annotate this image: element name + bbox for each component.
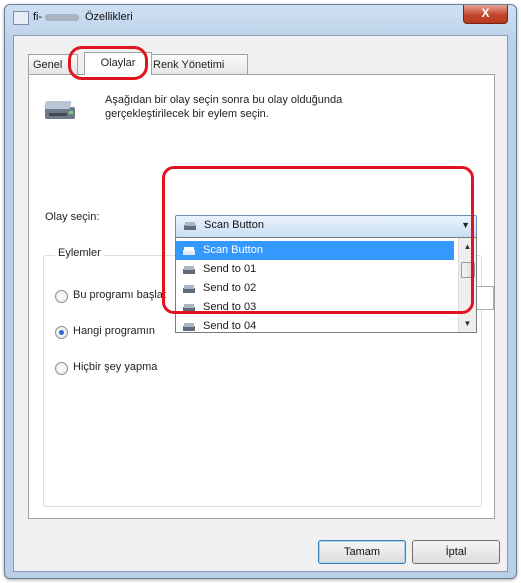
list-item-send-to-04[interactable]: Send to 04 [176, 317, 454, 332]
ok-button[interactable]: Tamam [318, 540, 406, 564]
radio-button[interactable] [55, 290, 68, 303]
tab-genel[interactable]: Genel [28, 54, 78, 75]
title-prefix: fi- [33, 11, 43, 23]
scanner-small-icon [183, 304, 195, 312]
tab-renk-yonetimi[interactable]: Renk Yönetimi [148, 54, 248, 75]
event-select-label: Olay seçin: [45, 211, 100, 223]
radio-button[interactable] [55, 362, 68, 375]
list-item-send-to-01[interactable]: Send to 01 [176, 260, 454, 279]
scroll-thumb[interactable] [461, 262, 475, 278]
cancel-button[interactable]: İptal [412, 540, 500, 564]
radio-label: Hiçbir şey yapma [73, 361, 158, 373]
scanner-small-icon [183, 323, 195, 331]
scanner-small-icon [184, 222, 196, 230]
event-options-list[interactable]: Scan Button Send to 01 Send to 02 Send t… [175, 237, 477, 333]
radio-button[interactable] [55, 326, 68, 339]
scroll-up-icon[interactable]: ▲ [461, 240, 474, 253]
window-icon [13, 11, 29, 25]
radio-label: Hangi programın [73, 325, 155, 337]
list-item-send-to-03[interactable]: Send to 03 [176, 298, 454, 317]
list-item-scan-button[interactable]: Scan Button [176, 241, 454, 260]
redacted-device-name [45, 14, 79, 21]
list-item-label: Send to 04 [203, 320, 257, 332]
scanner-icon [44, 101, 75, 119]
actions-group-title: Eylemler [55, 247, 104, 259]
scroll-down-icon[interactable]: ▼ [461, 317, 474, 330]
event-select-value: Scan Button [204, 219, 264, 231]
list-scrollbar[interactable]: ▲ ▼ [458, 238, 476, 332]
list-item-label: Send to 01 [203, 263, 257, 275]
events-panel: Aşağıdan bir olay seçin sonra bu olay ol… [28, 74, 495, 519]
properties-dialog: fi- Özellikleri X Genel Olaylar Renk Yön… [4, 4, 517, 579]
close-button[interactable]: X [463, 5, 508, 24]
window-title: Özellikleri [85, 11, 133, 23]
title-bar[interactable]: fi- Özellikleri X [5, 5, 516, 31]
chevron-down-icon[interactable]: ▼ [461, 220, 470, 230]
scanner-small-icon [183, 247, 195, 255]
event-select-dropdown[interactable]: Scan Button ▼ [175, 215, 477, 238]
list-item-send-to-02[interactable]: Send to 02 [176, 279, 454, 298]
program-field-edge [475, 286, 494, 310]
list-item-label: Send to 02 [203, 282, 257, 294]
dialog-client: Genel Olaylar Renk Yönetimi Aşağıdan bir… [13, 35, 508, 572]
list-item-label: Send to 03 [203, 301, 257, 313]
radio-label: Bu programı başlat [73, 289, 166, 301]
tab-olaylar[interactable]: Olaylar [84, 52, 152, 75]
list-item-label: Scan Button [203, 244, 263, 256]
instruction-text: Aşağıdan bir olay seçin sonra bu olay ol… [105, 94, 343, 120]
scanner-small-icon [183, 266, 195, 274]
scanner-small-icon [183, 285, 195, 293]
